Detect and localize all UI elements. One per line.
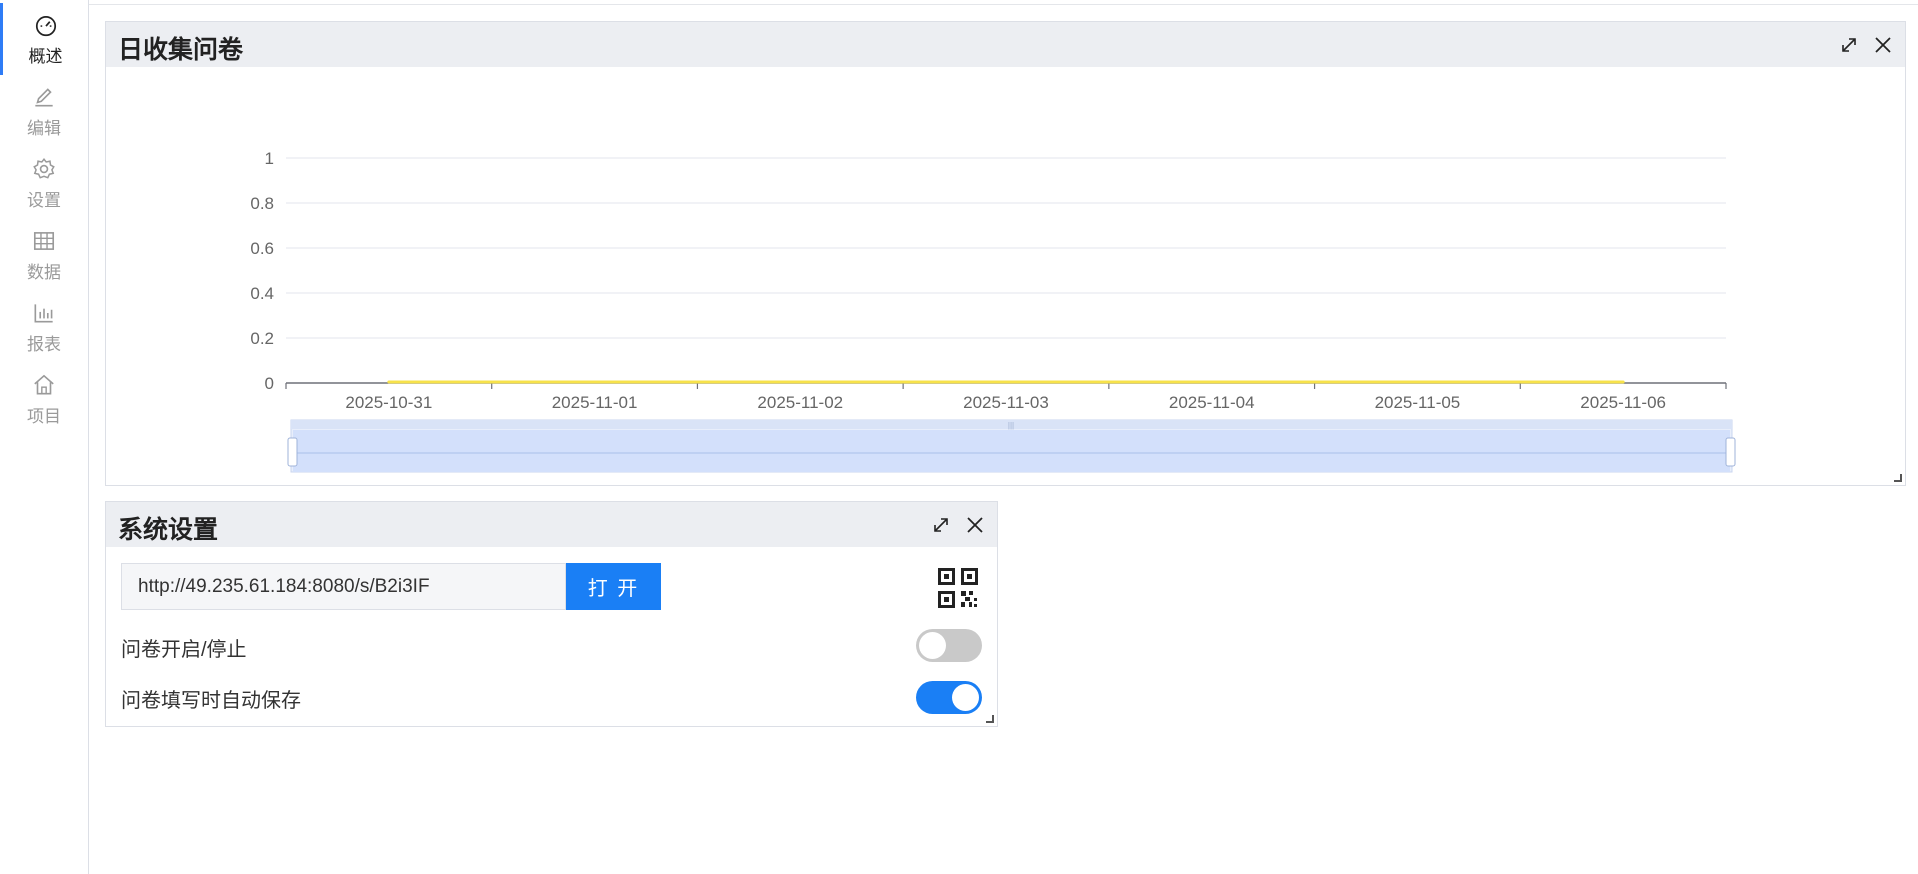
setting-label-open-stop: 问卷开启/停止 (121, 639, 247, 661)
sidebar-item-label: 概述 (28, 46, 63, 66)
qr-code-icon[interactable] (938, 568, 978, 608)
y-tick-label: 0.6 (250, 239, 274, 258)
data-point (1415, 380, 1419, 384)
gear-icon (33, 157, 55, 179)
sidebar-item-data[interactable]: 数据 (0, 219, 88, 291)
daily-collection-panel: 日收集问卷 0 0.2 0.4 0.6 0.8 1 2025-10-31 2025-11-0… (105, 21, 1906, 486)
datazoom-grip[interactable]: ||| (1008, 421, 1014, 430)
y-tick-label: 0 (265, 374, 274, 393)
panel-header: 系统设置 (106, 502, 997, 547)
toggle-knob (952, 684, 979, 711)
resize-handle[interactable] (986, 715, 994, 723)
data-point (1004, 380, 1008, 384)
dashboard-icon (35, 15, 56, 36)
y-tick-label: 0.2 (250, 329, 274, 348)
top-divider (89, 4, 1918, 5)
expand-icon[interactable] (929, 513, 953, 537)
home-icon (34, 374, 54, 394)
data-point (1621, 380, 1625, 384)
pencil-icon (35, 87, 53, 106)
setting-label-autosave: 问卷填写时自动保存 (121, 690, 301, 712)
bar-chart-icon (34, 303, 53, 322)
data-point (387, 380, 391, 384)
sidebar-item-label: 报表 (27, 334, 61, 354)
x-tick-label: 2025-11-01 (552, 393, 638, 412)
sidebar-item-settings[interactable]: 设置 (0, 147, 88, 219)
close-icon[interactable] (963, 513, 987, 537)
sidebar-item-label: 编辑 (27, 118, 61, 138)
autosave-toggle[interactable] (916, 681, 982, 714)
open-button[interactable]: 打 开 (566, 563, 661, 610)
open-stop-toggle[interactable] (916, 629, 982, 662)
sidebar-item-project[interactable]: 项目 (0, 363, 88, 435)
sidebar-item-report[interactable]: 报表 (0, 291, 88, 363)
x-tick-label: 2025-10-31 (345, 393, 432, 412)
toggle-knob (919, 632, 946, 659)
panel-title: 系统设置 (118, 516, 219, 544)
x-tick-label: 2025-11-05 (1375, 393, 1461, 412)
datazoom-selection[interactable] (293, 430, 1730, 472)
y-tick-label: 0.8 (250, 194, 274, 213)
sidebar-item-label: 数据 (27, 262, 61, 282)
datazoom-left-handle[interactable] (287, 437, 298, 467)
y-tick-label: 1 (265, 149, 274, 168)
sidebar-item-overview[interactable]: 概述 (0, 3, 88, 75)
sidebar-item-label: 项目 (27, 406, 61, 426)
sidebar: 概述 编辑 设置 数据 报表 项目 (0, 0, 89, 874)
table-icon (33, 231, 55, 250)
y-tick-label: 0.4 (250, 284, 274, 303)
datazoom-right-handle[interactable] (1725, 437, 1736, 467)
survey-url-field[interactable]: http://49.235.61.184:8080/s/B2i3IF (121, 563, 566, 610)
system-settings-panel: 系统设置 http://49.235.61.184:8080/s/B2i3IF … (105, 501, 998, 727)
x-tick-label: 2025-11-03 (963, 393, 1049, 412)
data-point (798, 380, 802, 384)
x-tick-label: 2025-11-06 (1580, 393, 1666, 412)
x-tick-label: 2025-11-04 (1169, 393, 1255, 412)
sidebar-item-label: 设置 (27, 190, 61, 210)
x-tick-label: 2025-11-02 (757, 393, 843, 412)
sidebar-item-edit[interactable]: 编辑 (0, 75, 88, 147)
line-chart: 0 0.2 0.4 0.6 0.8 1 2025-10-31 2025-11-01 2025-… (250, 149, 1736, 473)
data-point (593, 380, 597, 384)
resize-handle[interactable] (1894, 474, 1902, 482)
data-point (1210, 380, 1214, 384)
